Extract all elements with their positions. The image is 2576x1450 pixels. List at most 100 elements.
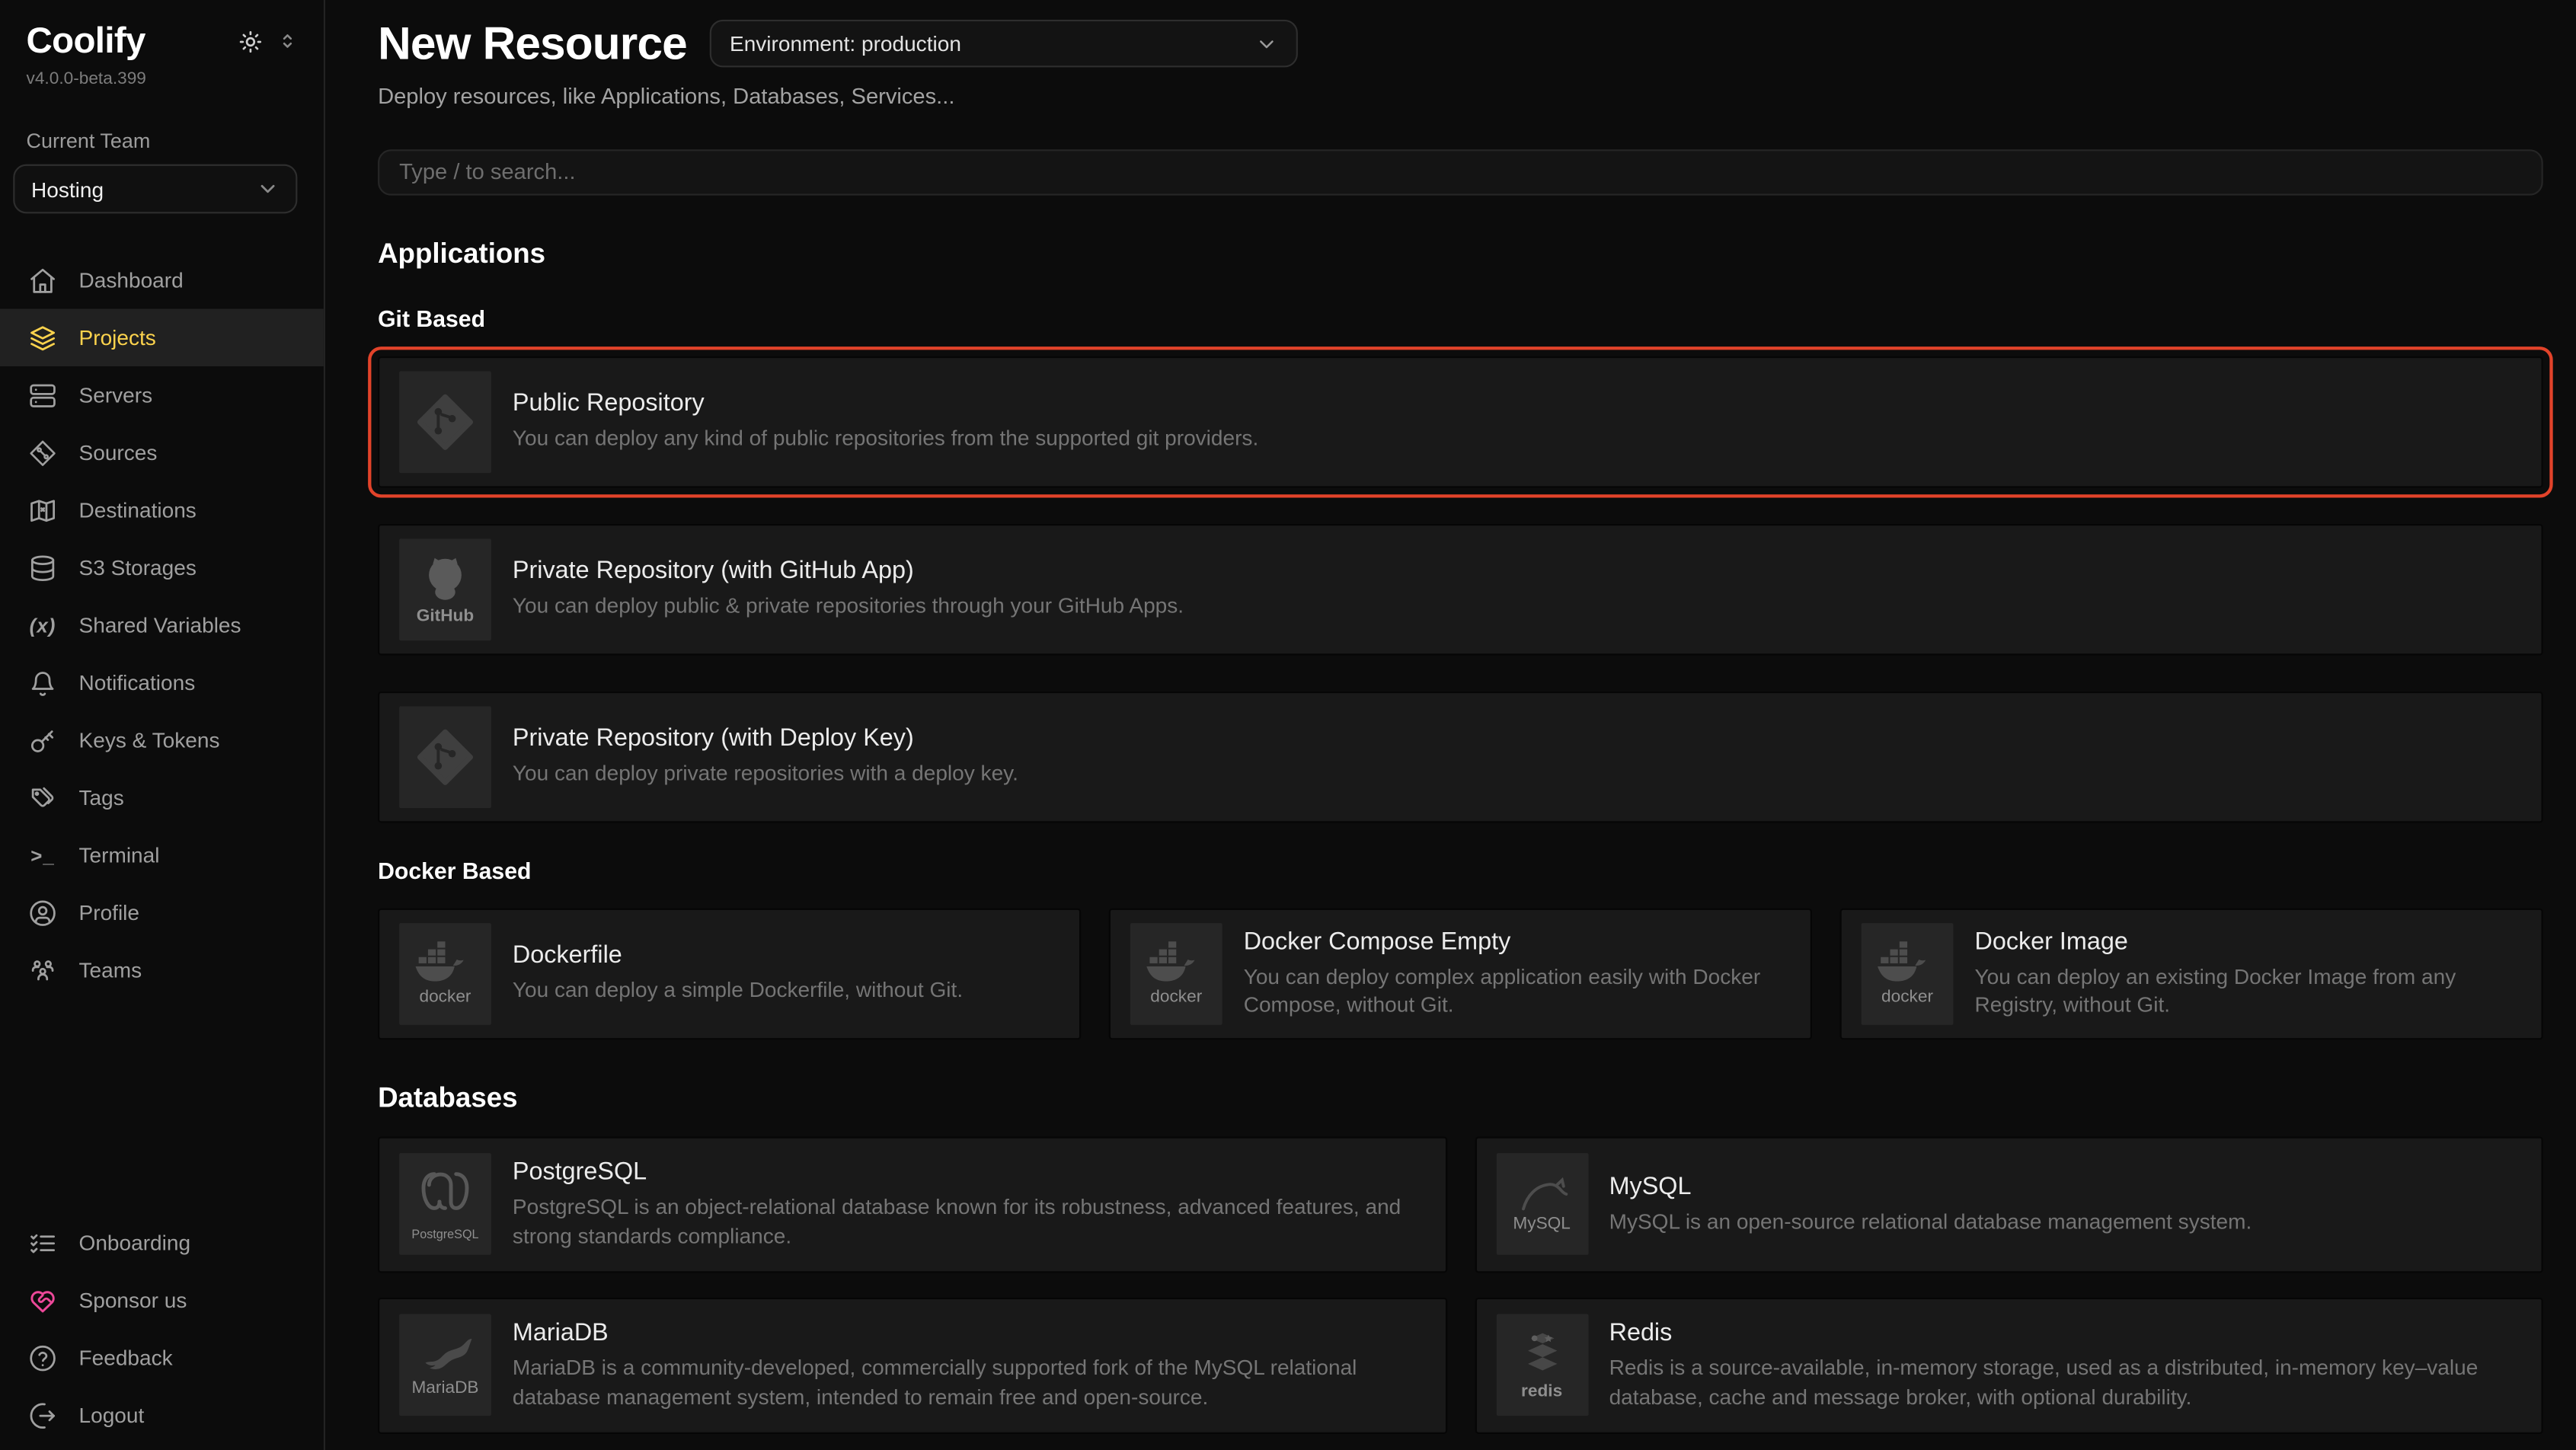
sidebar-item-label: Teams xyxy=(79,957,142,982)
sidebar-item-label: Tags xyxy=(79,785,124,810)
sidebar-item-feedback[interactable]: Feedback xyxy=(27,1329,298,1386)
bell-icon xyxy=(27,668,59,698)
sidebar-item-label: Shared Variables xyxy=(79,612,241,637)
sidebar-item-onboarding[interactable]: Onboarding xyxy=(27,1214,298,1271)
card-description: You can deploy public & private reposito… xyxy=(513,592,1184,621)
mariadb-logo-icon: MariaDB xyxy=(399,1314,491,1416)
sidebar-item-projects[interactable]: Projects xyxy=(0,308,324,366)
users-icon xyxy=(27,955,59,985)
mysql-logo-text: MySQL xyxy=(1513,1215,1571,1233)
card-description: You can deploy private repositories with… xyxy=(513,759,1018,788)
card-title: PostgreSQL xyxy=(513,1158,1425,1187)
sidebar-item-label: Destinations xyxy=(79,498,197,522)
coolify-app: Coolify v4.0.0-beta.399 Current Team Hos… xyxy=(0,0,2576,1450)
sidebar-item-teams[interactable]: Teams xyxy=(27,941,298,998)
sidebar-item-label: Onboarding xyxy=(79,1230,191,1254)
github-logo-icon: GitHub xyxy=(399,538,491,640)
app-logo: Coolify xyxy=(27,20,145,62)
card-mariadb[interactable]: MariaDB MariaDB MariaDB is a community-d… xyxy=(378,1297,1446,1433)
sidebar-item-tags[interactable]: Tags xyxy=(27,768,298,826)
docker-logo-text: docker xyxy=(419,988,471,1006)
sidebar-item-keys-tokens[interactable]: Keys & Tokens xyxy=(27,711,298,768)
sidebar-nav: Dashboard Projects Servers Sources Desti… xyxy=(27,251,298,998)
postgresql-logo-text: PostgreSQL xyxy=(411,1229,478,1241)
sidebar-footer-nav: Onboarding Sponsor us Feedback Logout xyxy=(27,1214,298,1444)
card-title: MySQL xyxy=(1609,1173,2252,1201)
sidebar-item-terminal[interactable]: >_ Terminal xyxy=(27,826,298,883)
card-private-repository-github-app[interactable]: GitHub Private Repository (with GitHub A… xyxy=(378,523,2543,655)
sidebar-item-label: Notifications xyxy=(79,670,196,695)
redis-logo-icon: redis xyxy=(1496,1314,1588,1416)
brand-actions xyxy=(238,29,298,53)
sidebar-item-label: Dashboard xyxy=(79,268,184,292)
card-title: Docker Compose Empty xyxy=(1244,928,1791,956)
logout-arrow-icon xyxy=(27,1400,59,1430)
sidebar-item-sources[interactable]: Sources xyxy=(27,423,298,481)
sidebar-item-sponsor-us[interactable]: Sponsor us xyxy=(27,1271,298,1328)
current-team-label: Current Team xyxy=(27,129,298,152)
card-postgresql[interactable]: PostgreSQL PostgreSQL PostgreSQL is an o… xyxy=(378,1136,1446,1273)
git-logo-icon xyxy=(399,371,491,473)
page-subtitle: Deploy resources, like Applications, Dat… xyxy=(378,83,2543,107)
sidebar-item-label: Profile xyxy=(79,900,139,925)
sidebar-item-s3-storages[interactable]: S3 Storages xyxy=(27,538,298,596)
card-dockerfile[interactable]: docker Dockerfile You can deploy a simpl… xyxy=(378,908,1081,1040)
sidebar-item-notifications[interactable]: Notifications xyxy=(27,653,298,711)
card-redis[interactable]: redis Redis Redis is a source-available,… xyxy=(1475,1297,2543,1433)
card-private-repository-deploy-key[interactable]: Private Repository (with Deploy Key) You… xyxy=(378,691,2543,822)
database-card-list: PostgreSQL PostgreSQL PostgreSQL is an o… xyxy=(378,1136,2543,1450)
card-docker-image[interactable]: docker Docker Image You can deploy an ex… xyxy=(1840,908,2543,1040)
card-public-repository[interactable]: Public Repository You can deploy any kin… xyxy=(378,356,2543,487)
card-description: You can deploy an existing Docker Image … xyxy=(1974,962,2521,1020)
sidebar-item-servers[interactable]: Servers xyxy=(27,366,298,423)
collapse-chevrons-icon[interactable] xyxy=(277,30,297,53)
theme-toggle-sun-icon[interactable] xyxy=(238,29,263,53)
postgresql-logo-icon: PostgreSQL xyxy=(399,1153,491,1255)
sidebar-item-shared-variables[interactable]: (x) Shared Variables xyxy=(27,596,298,653)
terminal-prompt-icon: >_ xyxy=(27,844,59,867)
sidebar-item-label: Terminal xyxy=(79,842,160,867)
card-description: MariaDB is a community-developed, commer… xyxy=(513,1353,1425,1411)
card-title: MariaDB xyxy=(513,1319,1425,1347)
database-icon xyxy=(27,553,59,583)
brand-row: Coolify xyxy=(27,20,298,62)
environment-select-value: Environment: production xyxy=(730,32,961,56)
card-description: PostgreSQL is an object-relational datab… xyxy=(513,1193,1425,1250)
list-checks-icon xyxy=(27,1228,59,1257)
card-description: You can deploy any kind of public reposi… xyxy=(513,424,1258,453)
page-header: New Resource Environment: production xyxy=(378,17,2543,72)
mariadb-logo-text: MariaDB xyxy=(411,1379,478,1397)
team-select[interactable]: Hosting xyxy=(13,164,297,214)
main-content: New Resource Environment: production Dep… xyxy=(327,0,2576,1450)
github-logo-text: GitHub xyxy=(417,608,474,626)
mysql-logo-icon: MySQL xyxy=(1496,1153,1588,1255)
search-input[interactable] xyxy=(378,149,2543,194)
team-select-value: Hosting xyxy=(31,177,104,201)
applications-heading: Applications xyxy=(378,238,2543,270)
docker-based-heading: Docker Based xyxy=(378,857,2543,883)
card-description: You can deploy complex application easil… xyxy=(1244,962,1791,1020)
docker-logo-icon: docker xyxy=(1130,922,1222,1024)
card-docker-compose-empty[interactable]: docker Docker Compose Empty You can depl… xyxy=(1109,908,1812,1040)
card-title: Private Repository (with Deploy Key) xyxy=(513,725,1018,753)
server-icon xyxy=(27,380,59,410)
git-based-heading: Git Based xyxy=(378,305,2543,331)
map-icon xyxy=(27,495,59,525)
docker-logo-icon: docker xyxy=(1862,922,1954,1024)
card-mysql[interactable]: MySQL MySQL MySQL is an open-source rela… xyxy=(1475,1136,2543,1273)
sidebar-item-label: Servers xyxy=(79,383,153,407)
card-title: Redis xyxy=(1609,1319,2522,1347)
chevron-down-icon xyxy=(256,177,279,200)
sidebar-item-dashboard[interactable]: Dashboard xyxy=(27,251,298,308)
git-logo-icon xyxy=(399,706,491,808)
environment-select[interactable]: Environment: production xyxy=(710,21,1298,69)
help-circle-icon xyxy=(27,1343,59,1372)
user-circle-icon xyxy=(27,898,59,928)
sidebar-item-logout[interactable]: Logout xyxy=(27,1386,298,1443)
home-icon xyxy=(27,265,59,295)
sidebar-item-label: S3 Storages xyxy=(79,555,197,580)
docker-logo-text: docker xyxy=(1881,988,1933,1006)
sidebar-item-profile[interactable]: Profile xyxy=(27,883,298,941)
card-description: Redis is a source-available, in-memory s… xyxy=(1609,1353,2522,1411)
sidebar-item-destinations[interactable]: Destinations xyxy=(27,481,298,538)
